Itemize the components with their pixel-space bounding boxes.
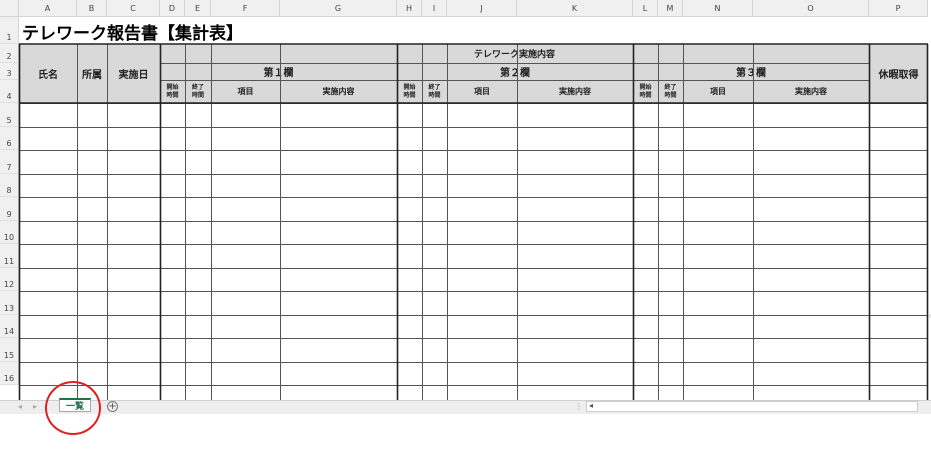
- row-header-15[interactable]: 15: [0, 338, 19, 362]
- header-start-time[interactable]: 開始 時間: [633, 80, 658, 103]
- header-details[interactable]: 実施内容: [753, 80, 869, 103]
- column-header-l[interactable]: L: [633, 0, 658, 17]
- column-header-h[interactable]: H: [397, 0, 422, 17]
- column-header-a[interactable]: A: [19, 0, 77, 17]
- sheet-title[interactable]: テレワーク報告書【集計表】: [22, 19, 243, 44]
- tab-scroll-right-icon[interactable]: ▸: [33, 402, 37, 411]
- column-header-c[interactable]: C: [107, 0, 160, 17]
- row-header-9[interactable]: 9: [0, 197, 19, 221]
- column-header-o[interactable]: O: [753, 0, 869, 17]
- row-header-10[interactable]: 10: [0, 221, 19, 244]
- header-start-time[interactable]: 開始 時間: [397, 80, 422, 103]
- row-header-12[interactable]: 12: [0, 268, 19, 291]
- column-header-p[interactable]: P: [869, 0, 928, 17]
- column-header-i[interactable]: I: [422, 0, 447, 17]
- row-header-8[interactable]: 8: [0, 174, 19, 197]
- header-name[interactable]: 氏名: [19, 44, 77, 103]
- highlight-circle: [45, 381, 101, 435]
- column-header-b[interactable]: B: [77, 0, 107, 17]
- header-end-time[interactable]: 終了 時間: [658, 80, 683, 103]
- header-affiliation[interactable]: 所属: [77, 44, 107, 103]
- column-header-d[interactable]: D: [160, 0, 185, 17]
- row-header-14[interactable]: 14: [0, 315, 19, 338]
- row-header-16[interactable]: 16: [0, 362, 19, 385]
- header-date[interactable]: 実施日: [107, 44, 160, 103]
- row-header-5[interactable]: 5: [0, 103, 19, 127]
- select-all-corner[interactable]: [0, 0, 19, 17]
- column-header-g[interactable]: G: [280, 0, 397, 17]
- horizontal-scrollbar[interactable]: [586, 401, 918, 412]
- column-header-m[interactable]: M: [658, 0, 683, 17]
- tab-scroll-left-icon[interactable]: ◂: [18, 402, 22, 411]
- row-header-3[interactable]: 3: [0, 63, 19, 80]
- header-item[interactable]: 項目: [683, 80, 753, 103]
- header-content-group[interactable]: テレワーク実施内容: [160, 44, 869, 63]
- row-header-1[interactable]: 1: [0, 17, 19, 44]
- row-header-7[interactable]: 7: [0, 150, 19, 174]
- scroll-left-arrow-icon[interactable]: ◂: [589, 401, 593, 410]
- header-start-time[interactable]: 開始 時間: [160, 80, 185, 103]
- header-section-3[interactable]: 第３欄: [633, 63, 869, 80]
- header-details[interactable]: 実施内容: [280, 80, 397, 103]
- column-header-e[interactable]: E: [185, 0, 211, 17]
- column-header-f[interactable]: F: [211, 0, 280, 17]
- header-end-time[interactable]: 終了 時間: [422, 80, 447, 103]
- column-header-k[interactable]: K: [517, 0, 633, 17]
- row-header-4[interactable]: 4: [0, 80, 19, 103]
- header-item[interactable]: 項目: [211, 80, 280, 103]
- column-header-n[interactable]: N: [683, 0, 753, 17]
- header-section-1[interactable]: 第１欄: [160, 63, 397, 80]
- header-section-2[interactable]: 第２欄: [397, 63, 633, 80]
- header-details[interactable]: 実施内容: [517, 80, 633, 103]
- spreadsheet-grid[interactable]: A B C D E F G H I J K L M N O P 1 2 3 4 …: [0, 0, 931, 400]
- add-sheet-icon[interactable]: +: [107, 401, 118, 412]
- row-header-11[interactable]: 11: [0, 244, 19, 268]
- header-item[interactable]: 項目: [447, 80, 517, 103]
- row-header-6[interactable]: 6: [0, 127, 19, 150]
- header-leave[interactable]: 休暇取得: [869, 44, 928, 103]
- splitter-handle[interactable]: ⋮: [575, 402, 583, 411]
- column-header-j[interactable]: J: [447, 0, 517, 17]
- header-end-time[interactable]: 終了 時間: [185, 80, 211, 103]
- row-header-2[interactable]: 2: [0, 44, 19, 63]
- row-header-13[interactable]: 13: [0, 291, 19, 315]
